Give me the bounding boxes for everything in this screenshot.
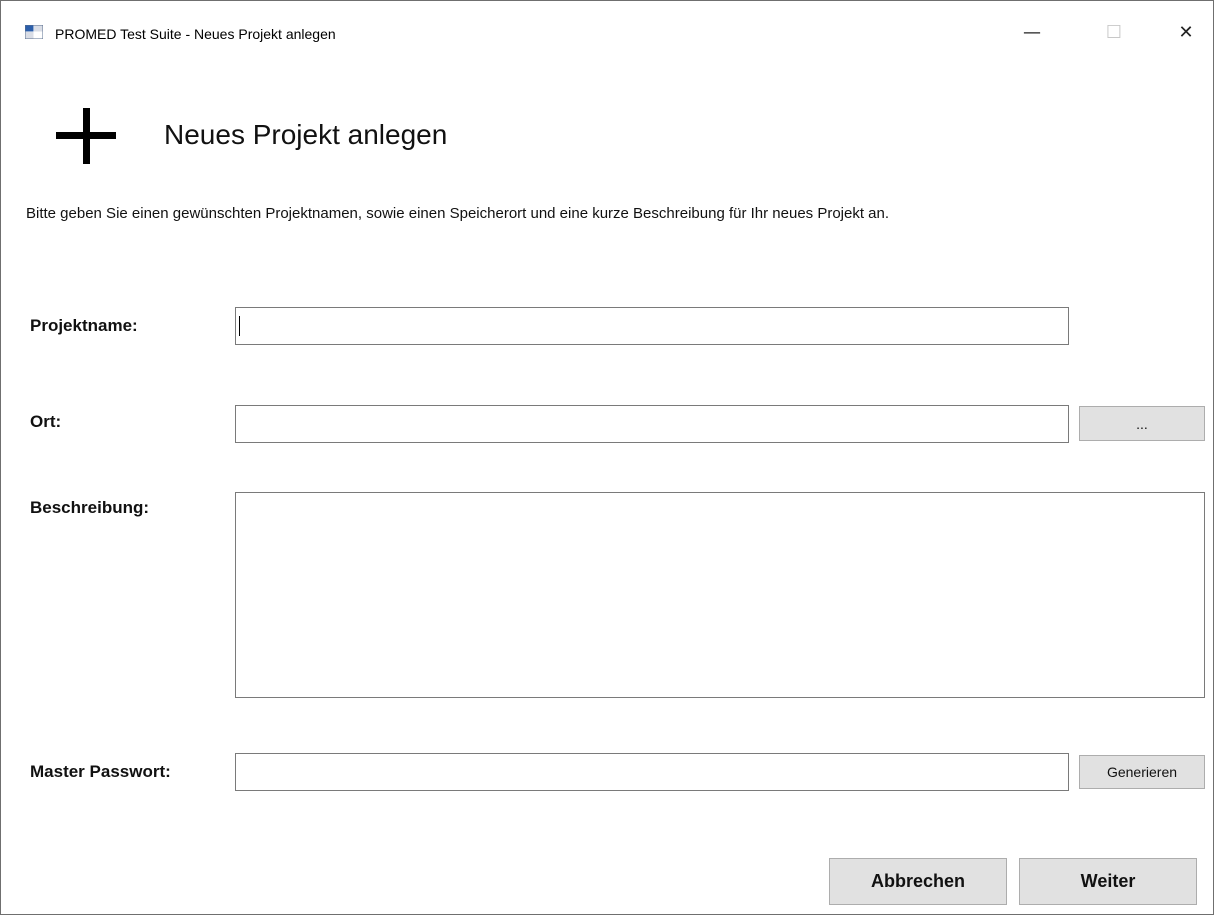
dialog-window: PROMED Test Suite - Neues Projekt anlege… — [0, 0, 1214, 915]
master-password-input[interactable] — [236, 754, 1068, 790]
plus-icon — [56, 108, 116, 164]
text-caret — [239, 316, 240, 336]
app-icon — [25, 25, 43, 39]
next-button[interactable]: Weiter — [1019, 858, 1197, 905]
project-name-field[interactable] — [235, 307, 1069, 345]
title-bar[interactable]: PROMED Test Suite - Neues Projekt anlege… — [1, 1, 1213, 61]
description-field[interactable] — [235, 492, 1205, 698]
location-label: Ort: — [30, 412, 62, 431]
description-textarea[interactable] — [236, 493, 1204, 697]
description-label: Beschreibung: — [30, 498, 150, 517]
master-password-label: Master Passwort: — [30, 762, 171, 781]
browse-button[interactable]: ... — [1079, 406, 1205, 441]
location-input[interactable] — [236, 406, 1068, 442]
page-title: Neues Projekt anlegen — [164, 119, 448, 150]
master-password-field[interactable] — [235, 753, 1069, 791]
window-title: PROMED Test Suite - Neues Projekt anlege… — [55, 26, 336, 42]
close-button[interactable]: ✕ — [1163, 17, 1209, 47]
cancel-button[interactable]: Abbrechen — [829, 858, 1007, 905]
project-name-label: Projektname: — [30, 316, 138, 335]
maximize-button[interactable]: ☐ — [1091, 17, 1137, 47]
minimize-button[interactable]: — — [1009, 17, 1055, 47]
page-description: Bitte geben Sie einen gewünschten Projek… — [26, 205, 890, 222]
generate-button[interactable]: Generieren — [1079, 755, 1205, 789]
project-name-input[interactable] — [236, 308, 1068, 344]
location-field[interactable] — [235, 405, 1069, 443]
